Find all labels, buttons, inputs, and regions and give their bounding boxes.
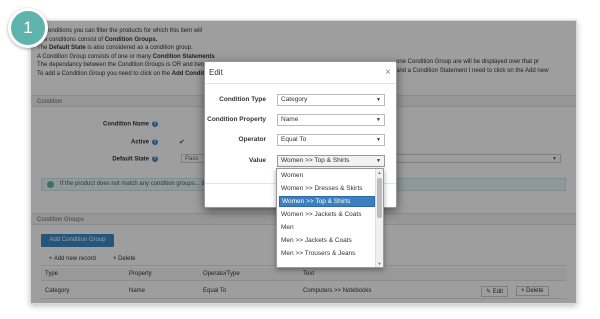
scroll-up-icon[interactable]: ▲ xyxy=(376,170,383,175)
condition-property-select[interactable]: Name ▼ xyxy=(277,114,385,126)
condition-property-label: Condition Property xyxy=(207,116,266,123)
scrollbar-thumb[interactable] xyxy=(377,178,382,218)
chevron-down-icon: ▼ xyxy=(376,117,381,123)
value-dropdown-list[interactable]: Women Women >> Dresses & Skirts Women >>… xyxy=(276,168,384,268)
dropdown-option-selected[interactable]: Women >> Top & Shirts xyxy=(279,196,375,207)
operator-select[interactable]: Equal To ▼ xyxy=(277,134,385,146)
value-label: Value xyxy=(249,157,266,164)
value-select[interactable]: Women >> Top & Shirts ▼ xyxy=(277,155,385,167)
screenshot-frame: ith conditions you can filter the produc… xyxy=(30,20,577,304)
dropdown-option[interactable]: Men >> Trousers & Jeans xyxy=(279,248,375,259)
step-badge: 1 xyxy=(8,8,48,48)
close-icon[interactable]: × xyxy=(385,67,391,78)
chevron-down-icon: ▼ xyxy=(376,137,381,143)
dialog-header: Edit × xyxy=(205,62,396,84)
condition-type-select[interactable]: Category ▼ xyxy=(277,94,385,106)
operator-label: Operator xyxy=(238,136,266,143)
scroll-down-icon[interactable]: ▼ xyxy=(376,261,383,266)
dropdown-option[interactable]: Women xyxy=(279,170,375,181)
dropdown-option[interactable]: Women >> Jackets & Coats xyxy=(279,209,375,220)
chevron-down-icon: ▼ xyxy=(376,97,381,103)
dropdown-scrollbar[interactable]: ▲ ▼ xyxy=(375,169,383,267)
dropdown-option[interactable]: Men >> Jackets & Coats xyxy=(279,235,375,246)
dropdown-option[interactable]: Women >> Dresses & Skirts xyxy=(279,183,375,194)
chevron-down-icon: ▼ xyxy=(376,158,381,164)
dropdown-option[interactable]: Men xyxy=(279,222,375,233)
dialog-title: Edit xyxy=(209,68,223,77)
condition-type-label: Condition Type xyxy=(219,96,266,103)
